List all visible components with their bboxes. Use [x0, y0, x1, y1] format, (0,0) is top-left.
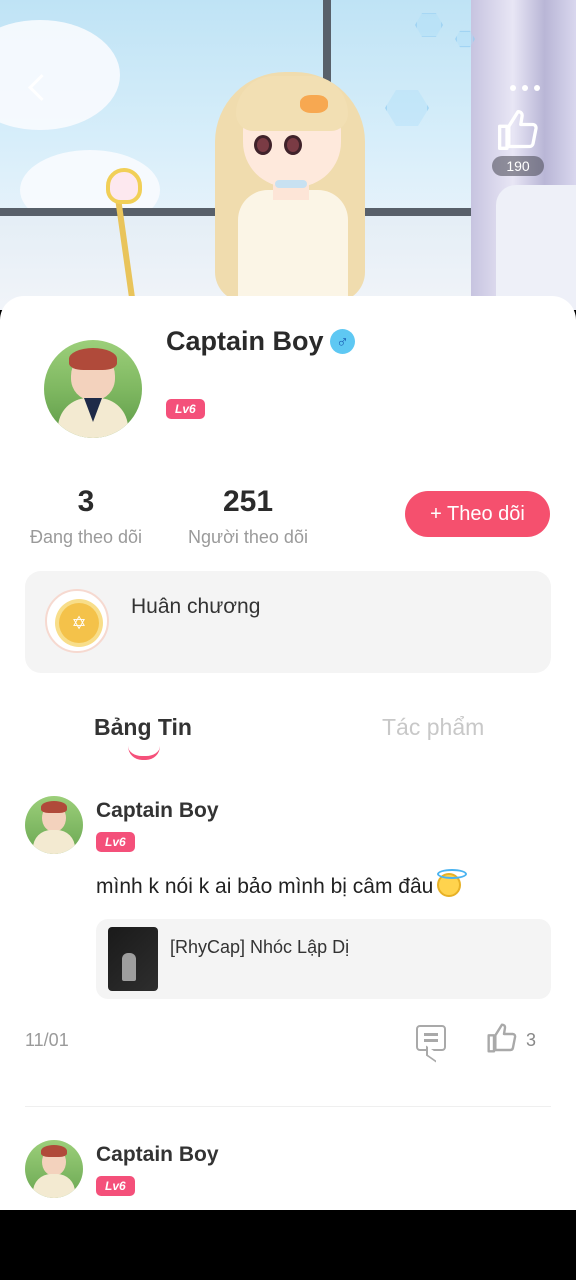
post-author-name[interactable]: Captain Boy	[96, 799, 219, 823]
post-date: 11/01	[25, 1030, 69, 1050]
star-icon: ✡	[71, 613, 87, 633]
level-badge: Lv6	[166, 399, 205, 419]
thumbs-up-icon	[498, 110, 538, 150]
post-like-count: 3	[526, 1030, 537, 1050]
post-text: mình k nói k ai bảo mình bị câm đâu	[96, 869, 468, 899]
linked-work-card[interactable]: [RhyCap] Nhóc Lập Dị	[96, 919, 551, 999]
character-choker	[275, 180, 307, 188]
male-gender-icon: ♂	[330, 329, 355, 354]
post-author-name[interactable]: Captain Boy	[96, 1143, 219, 1167]
character-eye	[254, 135, 272, 155]
profile-name: Captain Boy	[166, 326, 324, 356]
tab-works[interactable]: Tác phẩm	[382, 714, 484, 741]
hexagon-decoration	[385, 90, 429, 126]
thumbs-up-icon	[487, 1023, 517, 1053]
comment-icon[interactable]	[416, 1025, 446, 1051]
medal-icon: ✡	[45, 589, 109, 653]
follow-button[interactable]: + Theo dõi	[405, 491, 550, 537]
sofa	[496, 185, 576, 310]
medal-label: Huân chương	[131, 595, 261, 618]
work-title: [RhyCap] Nhóc Lập Dị	[170, 937, 350, 957]
avatar-hair	[41, 1145, 67, 1157]
cloud	[0, 20, 120, 130]
level-badge: Lv6	[96, 1176, 135, 1196]
medal-card[interactable]: ✡ Huân chương	[25, 571, 551, 673]
post-author-avatar[interactable]	[25, 1140, 83, 1198]
avatar-shirt	[33, 830, 75, 854]
avatar-hair	[41, 801, 67, 813]
following-label: Đang theo dõi	[29, 527, 143, 547]
more-options-button[interactable]	[510, 78, 550, 98]
tab-feed[interactable]: Bảng Tin	[94, 714, 192, 741]
dot-icon	[534, 85, 540, 91]
magic-wand-heart	[106, 168, 142, 204]
avatar-like-button[interactable]: 190	[492, 108, 544, 178]
dot-icon	[510, 85, 516, 91]
followers-count: 251	[222, 485, 274, 518]
post-like-button[interactable]: 3	[486, 1022, 546, 1056]
following-count: 3	[77, 485, 95, 518]
character-hair-bow	[300, 95, 328, 113]
post-text-content: mình k nói k ai bảo mình bị câm đâu	[96, 875, 434, 898]
avatar[interactable]	[44, 340, 142, 438]
level-badge: Lv6	[96, 832, 135, 852]
post-divider	[25, 1106, 551, 1107]
medal-badge: ✡	[59, 603, 99, 643]
post-author-avatar[interactable]	[25, 796, 83, 854]
following-stat[interactable]: 3 Đang theo dõi	[25, 485, 147, 548]
character-dress	[238, 190, 348, 310]
smiling-halo-emoji-icon	[437, 869, 468, 897]
avatar-shirt	[33, 1174, 75, 1198]
character-bangs	[236, 76, 348, 131]
character-eye	[284, 135, 302, 155]
system-navigation-bar	[0, 1210, 576, 1280]
work-thumbnail	[108, 927, 158, 991]
profile-banner: 190	[0, 0, 576, 310]
followers-stat[interactable]: 251 Người theo dõi	[183, 485, 313, 548]
back-button[interactable]	[22, 70, 52, 104]
dot-icon	[522, 85, 528, 91]
followers-label: Người theo dõi	[188, 527, 308, 547]
hexagon-decoration	[415, 13, 443, 37]
like-count: 190	[492, 156, 544, 176]
avatar-hair	[69, 348, 117, 370]
